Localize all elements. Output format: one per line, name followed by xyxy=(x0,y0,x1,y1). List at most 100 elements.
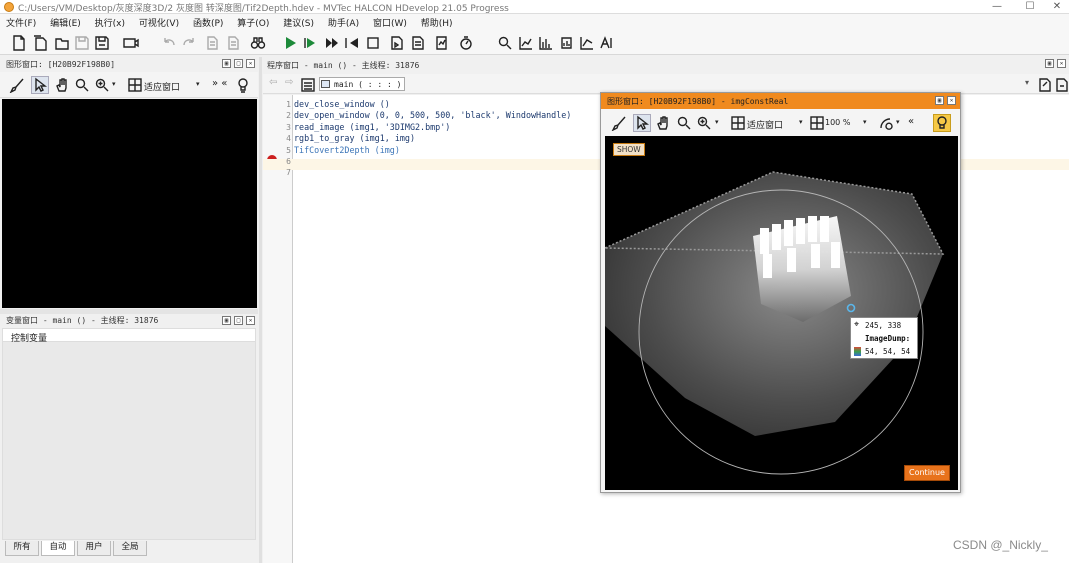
code-line[interactable]: TifCovert2Depth (img) xyxy=(294,145,571,156)
zoom-dropdown-chevron-icon[interactable]: ▾ xyxy=(715,118,719,126)
pointer-icon[interactable] xyxy=(633,114,651,132)
menu-assistants[interactable]: 助手(A) xyxy=(322,14,364,29)
step-over-icon[interactable] xyxy=(322,34,340,52)
procedure-settings-icon[interactable] xyxy=(1053,76,1069,94)
zoom-in-icon[interactable] xyxy=(93,76,111,94)
variables-list-area[interactable] xyxy=(2,342,256,540)
show-badge[interactable]: SHOW xyxy=(613,143,645,156)
panel-maximize-icon[interactable]: □ xyxy=(234,59,243,68)
zoom-factor-icon[interactable] xyxy=(808,114,826,132)
graphics-canvas[interactable] xyxy=(2,99,257,308)
menu-window[interactable]: 窗口(W) xyxy=(367,14,412,29)
fit-dropdown-chevron-icon[interactable]: ▾ xyxy=(799,118,803,126)
redo-icon[interactable] xyxy=(180,34,198,52)
run-icon[interactable] xyxy=(281,34,299,52)
panel-close-icon[interactable]: ✕ xyxy=(246,316,255,325)
nav-forward-icon[interactable]: ⇨ xyxy=(285,77,293,88)
hand-pan-icon[interactable] xyxy=(53,76,71,94)
stop-icon[interactable] xyxy=(364,34,382,52)
cut-icon[interactable] xyxy=(204,34,222,52)
font-settings-icon[interactable] xyxy=(598,34,616,52)
floating-window-title-bar[interactable]: 图形窗口: [H20B92F198B0] - imgConstReal ▣ ✕ xyxy=(601,93,960,109)
code-line[interactable]: read_image (img1, '3DIMG2.bmp') xyxy=(294,122,571,133)
collapse-toolbar-icon[interactable]: « xyxy=(908,116,914,127)
code-line[interactable]: dev_close_window () xyxy=(294,99,571,110)
reset-all-icon[interactable] xyxy=(409,34,427,52)
histogram-icon[interactable] xyxy=(537,34,555,52)
timer-icon[interactable] xyxy=(457,34,475,52)
open-file-icon[interactable] xyxy=(53,34,71,52)
floating-window-dock-icon[interactable]: ▣ xyxy=(935,96,944,105)
line-number: 4 xyxy=(286,134,291,144)
floating-window-close-icon[interactable]: ✕ xyxy=(947,96,956,105)
minimize-button[interactable]: — xyxy=(982,0,1012,14)
brush-icon[interactable] xyxy=(610,114,628,132)
zoom-in-icon[interactable] xyxy=(695,114,713,132)
zoom-percent-label[interactable]: 100 % xyxy=(825,118,850,127)
tab-global[interactable]: 全局 xyxy=(113,541,147,556)
maximize-button[interactable]: ☐ xyxy=(1015,0,1045,14)
menu-execute[interactable]: 执行(x) xyxy=(89,14,130,29)
fit-window-label[interactable]: 适应窗口 xyxy=(144,80,180,93)
procedure-dropdown-chevron-icon[interactable]: ▾ xyxy=(1025,78,1029,87)
menu-file[interactable]: 文件(F) xyxy=(0,14,41,29)
shape-chevron-icon[interactable]: ▾ xyxy=(896,118,900,126)
menu-operators[interactable]: 算子(O) xyxy=(231,14,274,29)
zoom-window-icon[interactable] xyxy=(496,34,514,52)
main-splitter[interactable] xyxy=(259,57,262,563)
procedure-selector[interactable]: main ( : : : ) xyxy=(319,77,405,91)
panel-close-icon[interactable]: ✕ xyxy=(1057,59,1066,68)
tab-all[interactable]: 所有 xyxy=(5,541,39,556)
nav-back-icon[interactable]: ⇦ xyxy=(269,77,277,88)
menu-suggestions[interactable]: 建议(S) xyxy=(277,14,319,29)
image-canvas[interactable] xyxy=(605,136,958,490)
graphics-window-icon[interactable] xyxy=(122,34,140,52)
menu-edit[interactable]: 编辑(E) xyxy=(44,14,86,29)
code-line[interactable]: rgb1_to_gray (img1, img) xyxy=(294,133,571,144)
feature-inspection-icon[interactable] xyxy=(578,34,596,52)
reset-program-icon[interactable] xyxy=(388,34,406,52)
undo-icon[interactable] xyxy=(160,34,178,52)
menu-procedures[interactable]: 函数(P) xyxy=(187,14,228,29)
panel-float-icon[interactable]: ▣ xyxy=(222,316,231,325)
zoom-percent-chevron-icon[interactable]: ▾ xyxy=(863,118,867,126)
magnifier-icon[interactable] xyxy=(675,114,693,132)
profiler-icon[interactable] xyxy=(433,34,451,52)
tab-auto[interactable]: 自动 xyxy=(41,541,75,556)
lightbulb-icon[interactable] xyxy=(234,76,252,94)
save-icon-disabled[interactable] xyxy=(73,34,91,52)
line-profile-icon[interactable] xyxy=(517,34,535,52)
copy-icon[interactable] xyxy=(225,34,243,52)
edit-procedure-icon[interactable] xyxy=(1036,76,1054,94)
panel-close-icon[interactable]: ✕ xyxy=(246,59,255,68)
new-program-icon[interactable] xyxy=(32,34,50,52)
more-tools-icon[interactable]: » « xyxy=(212,78,227,89)
procedure-list-icon[interactable] xyxy=(299,76,317,94)
zoom-dropdown-chevron-icon[interactable]: ▾ xyxy=(112,80,116,88)
save-all-icon[interactable] xyxy=(93,34,111,52)
hand-pan-icon[interactable] xyxy=(654,114,672,132)
menu-visualize[interactable]: 可视化(V) xyxy=(133,14,184,29)
magnifier-icon[interactable] xyxy=(73,76,91,94)
tab-user[interactable]: 用户 xyxy=(77,541,111,556)
new-file-icon[interactable] xyxy=(10,34,28,52)
fit-window-icon[interactable] xyxy=(729,114,747,132)
feature-histogram-icon[interactable] xyxy=(558,34,576,52)
brush-icon[interactable] xyxy=(8,76,26,94)
continue-button[interactable]: Continue xyxy=(904,465,950,481)
panel-float-icon[interactable]: ▣ xyxy=(222,59,231,68)
run-to-insert-cursor-icon[interactable] xyxy=(301,34,319,52)
binoculars-icon[interactable] xyxy=(249,34,267,52)
fit-window-icon[interactable] xyxy=(126,76,144,94)
menu-help[interactable]: 帮助(H) xyxy=(415,14,458,29)
lightbulb-icon[interactable] xyxy=(933,114,951,132)
draw-shape-icon[interactable] xyxy=(877,114,895,132)
panel-float-icon[interactable]: ▣ xyxy=(1045,59,1054,68)
fit-window-label[interactable]: 适应窗口 xyxy=(747,118,783,131)
close-button[interactable]: ✕ xyxy=(1042,0,1069,14)
panel-maximize-icon[interactable]: □ xyxy=(234,316,243,325)
step-into-icon[interactable] xyxy=(343,34,361,52)
pointer-icon[interactable] xyxy=(31,76,49,94)
fit-dropdown-chevron-icon[interactable]: ▾ xyxy=(196,80,200,88)
code-line[interactable]: dev_open_window (0, 0, 500, 500, 'black'… xyxy=(294,110,571,121)
